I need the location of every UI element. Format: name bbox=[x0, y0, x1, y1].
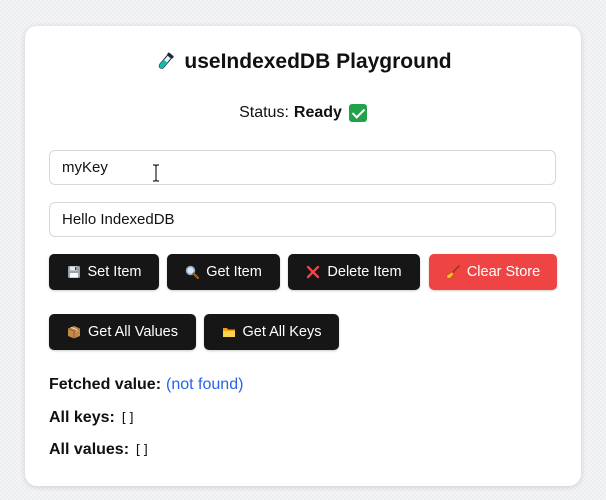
set-item-button[interactable]: Set Item bbox=[49, 254, 159, 290]
page-title: useIndexedDB Playground bbox=[184, 50, 452, 73]
get-all-values-label: Get All Values bbox=[87, 324, 178, 340]
value-input[interactable] bbox=[49, 202, 556, 237]
status-value: Ready bbox=[293, 104, 342, 121]
floppy-disk-icon bbox=[67, 265, 81, 279]
fetched-value-label: Fetched value: bbox=[49, 376, 162, 393]
get-all-keys-button[interactable]: Get All Keys bbox=[204, 314, 339, 350]
all-values-label: All values: bbox=[49, 441, 130, 458]
playground-card: useIndexedDB Playground Status: Ready Se… bbox=[25, 26, 581, 486]
get-all-values-button[interactable]: Get All Values bbox=[49, 314, 196, 350]
all-keys-line: All keys: [] bbox=[49, 409, 135, 427]
key-input[interactable] bbox=[49, 150, 556, 185]
all-keys-value: [] bbox=[119, 411, 136, 426]
get-all-keys-label: Get All Keys bbox=[242, 324, 322, 340]
get-item-label: Get Item bbox=[206, 264, 262, 280]
clear-store-label: Clear Store bbox=[466, 264, 541, 280]
test-tube-icon bbox=[154, 51, 176, 73]
all-values-line: All values: [] bbox=[49, 441, 150, 459]
all-keys-label: All keys: bbox=[49, 409, 115, 426]
fetched-value: (not found) bbox=[166, 376, 244, 393]
delete-item-label: Delete Item bbox=[327, 264, 402, 280]
magnifying-glass-icon bbox=[185, 265, 200, 279]
get-item-button[interactable]: Get Item bbox=[167, 254, 280, 290]
check-mark-icon bbox=[348, 104, 367, 122]
page-title-row: useIndexedDB Playground bbox=[25, 50, 581, 74]
set-item-label: Set Item bbox=[87, 264, 142, 280]
broom-icon bbox=[446, 265, 460, 279]
cross-mark-icon bbox=[306, 265, 320, 279]
delete-item-button[interactable]: Delete Item bbox=[288, 254, 420, 290]
status-line: Status: Ready bbox=[25, 104, 581, 122]
text-cursor-icon bbox=[153, 164, 159, 182]
package-icon bbox=[67, 325, 81, 339]
fetched-value-line: Fetched value: (not found) bbox=[49, 376, 243, 394]
folder-icon bbox=[222, 325, 236, 339]
clear-store-button[interactable]: Clear Store bbox=[429, 254, 557, 290]
all-values-value: [] bbox=[134, 443, 150, 458]
status-label: Status: bbox=[239, 104, 289, 121]
